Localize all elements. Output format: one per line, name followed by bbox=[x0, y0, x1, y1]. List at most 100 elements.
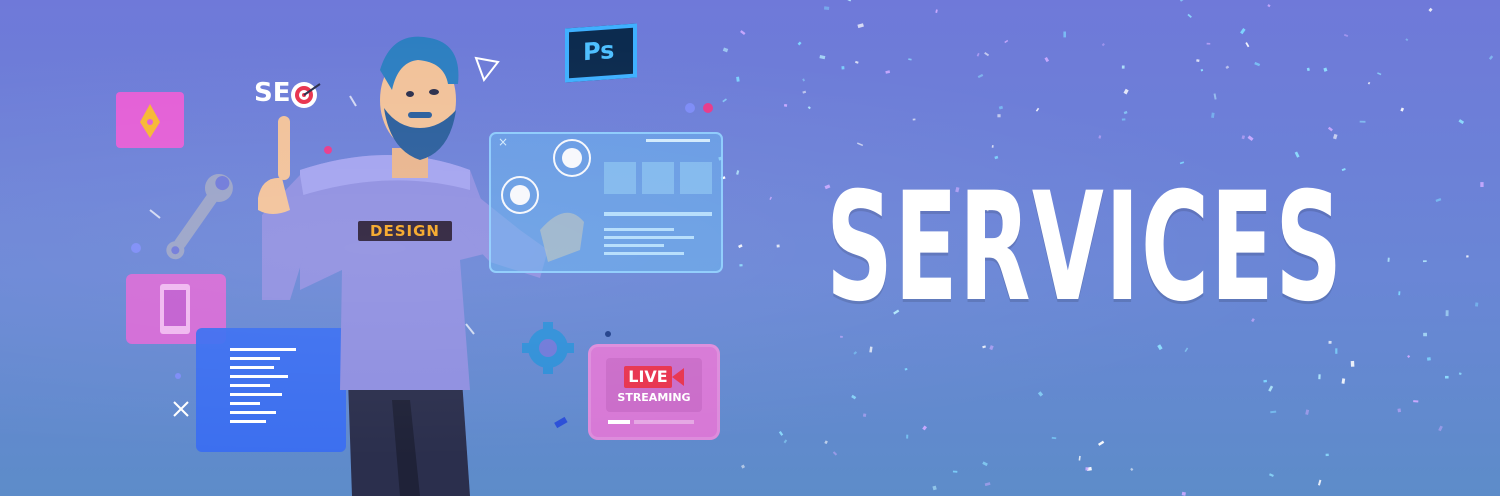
confetti-piece bbox=[783, 439, 788, 444]
confetti-piece bbox=[885, 70, 891, 74]
confetti-piece bbox=[997, 114, 1001, 118]
confetti-piece bbox=[845, 0, 852, 2]
confetti-piece bbox=[1051, 436, 1057, 440]
confetti-piece bbox=[932, 485, 937, 491]
seo-label: SE bbox=[254, 76, 324, 112]
confetti-piece bbox=[1328, 340, 1332, 344]
confetti-piece bbox=[1428, 7, 1433, 12]
confetti-piece bbox=[1037, 391, 1044, 397]
page-title: SERVICES bbox=[826, 161, 1344, 335]
confetti-piece bbox=[797, 41, 802, 46]
confetti-piece bbox=[1341, 378, 1346, 384]
confetti-piece bbox=[1325, 453, 1329, 457]
confetti-piece bbox=[1247, 135, 1254, 142]
confetti-piece bbox=[1398, 291, 1401, 296]
confetti-piece bbox=[851, 394, 857, 400]
confetti-piece bbox=[1294, 151, 1300, 158]
confetti-piece bbox=[1157, 344, 1163, 351]
confetti-piece bbox=[952, 470, 958, 473]
confetti-piece bbox=[1097, 440, 1105, 446]
confetti-piece bbox=[1458, 372, 1462, 375]
wrench-icon bbox=[166, 173, 233, 260]
confetti-piece bbox=[807, 106, 811, 110]
confetti-piece bbox=[1445, 310, 1449, 317]
confetti-piece bbox=[906, 434, 909, 439]
confetti-piece bbox=[832, 451, 838, 456]
gear-icon bbox=[522, 322, 574, 374]
confetti-piece bbox=[908, 58, 912, 61]
confetti-piece bbox=[904, 367, 908, 371]
confetti-piece bbox=[1101, 43, 1105, 47]
confetti-piece bbox=[1213, 93, 1217, 100]
confetti-piece bbox=[1098, 135, 1102, 139]
confetti-piece bbox=[1123, 110, 1128, 115]
svg-text:×: × bbox=[498, 135, 508, 149]
confetti-piece bbox=[982, 345, 986, 349]
confetti-piece bbox=[1405, 38, 1409, 42]
confetti-piece bbox=[1435, 198, 1442, 203]
confetti-piece bbox=[1206, 42, 1211, 45]
confetti-piece bbox=[1200, 68, 1204, 72]
services-banner: × SE DESIGN Ps LIVE STREAMING SERVICES bbox=[0, 0, 1500, 496]
confetti-piece bbox=[776, 244, 780, 248]
confetti-piece bbox=[1343, 33, 1349, 38]
confetti-piece bbox=[1121, 65, 1125, 69]
confetti-piece bbox=[1305, 409, 1310, 415]
code-window-icon bbox=[196, 328, 346, 452]
confetti-piece bbox=[869, 346, 873, 353]
live-streaming-card: LIVE STREAMING bbox=[588, 344, 720, 440]
confetti-piece bbox=[1480, 182, 1484, 188]
confetti-piece bbox=[991, 145, 994, 148]
confetti-piece bbox=[1263, 379, 1268, 383]
confetti-piece bbox=[855, 60, 859, 64]
confetti-piece bbox=[1335, 348, 1338, 354]
confetti-piece bbox=[1004, 39, 1009, 44]
pen-tool-icon bbox=[116, 92, 184, 148]
confetti-piece bbox=[783, 103, 788, 107]
shirt-badge: DESIGN bbox=[358, 221, 452, 241]
confetti-piece bbox=[1211, 112, 1215, 118]
confetti-piece bbox=[912, 118, 916, 121]
confetti-piece bbox=[1377, 72, 1382, 76]
confetti-piece bbox=[769, 196, 773, 201]
confetti-piece bbox=[841, 66, 845, 70]
holographic-screen-icon: × bbox=[489, 132, 723, 273]
confetti-piece bbox=[1367, 81, 1371, 85]
confetti-piece bbox=[853, 351, 858, 355]
confetti-piece bbox=[1438, 425, 1443, 432]
confetti-piece bbox=[1245, 42, 1250, 48]
confetti-piece bbox=[1196, 59, 1200, 62]
confetti-piece bbox=[1422, 260, 1427, 263]
confetti-piece bbox=[1317, 479, 1322, 486]
confetti-piece bbox=[1063, 31, 1067, 38]
progress-track bbox=[634, 420, 694, 424]
confetti-piece bbox=[1225, 65, 1230, 70]
photoshop-icon: Ps bbox=[565, 23, 637, 83]
confetti-piece bbox=[862, 413, 867, 418]
confetti-piece bbox=[989, 345, 994, 351]
confetti-piece bbox=[1078, 455, 1081, 461]
confetti-piece bbox=[1466, 255, 1469, 258]
confetti-piece bbox=[1475, 302, 1479, 307]
triangle-decoration bbox=[474, 56, 500, 83]
confetti-piece bbox=[1121, 118, 1126, 121]
confetti-piece bbox=[1267, 4, 1271, 8]
confetti-piece bbox=[1400, 107, 1405, 112]
confetti-piece bbox=[1306, 67, 1310, 72]
confetti-piece bbox=[935, 9, 938, 14]
seo-text: SE bbox=[254, 78, 291, 108]
confetti-piece bbox=[1488, 55, 1494, 60]
confetti-piece bbox=[1423, 332, 1428, 337]
confetti-piece bbox=[1044, 56, 1050, 63]
confetti-piece bbox=[1426, 357, 1431, 361]
confetti-piece bbox=[977, 73, 984, 79]
confetti-piece bbox=[1268, 385, 1274, 392]
confetti-piece bbox=[1407, 354, 1411, 358]
confetti-piece bbox=[1085, 467, 1089, 471]
confetti-piece bbox=[1254, 61, 1261, 67]
confetti-piece bbox=[1123, 88, 1129, 95]
confetti-piece bbox=[824, 440, 828, 445]
confetti-piece bbox=[819, 55, 826, 60]
confetti-piece bbox=[1323, 67, 1328, 72]
confetti-piece bbox=[1458, 119, 1465, 125]
